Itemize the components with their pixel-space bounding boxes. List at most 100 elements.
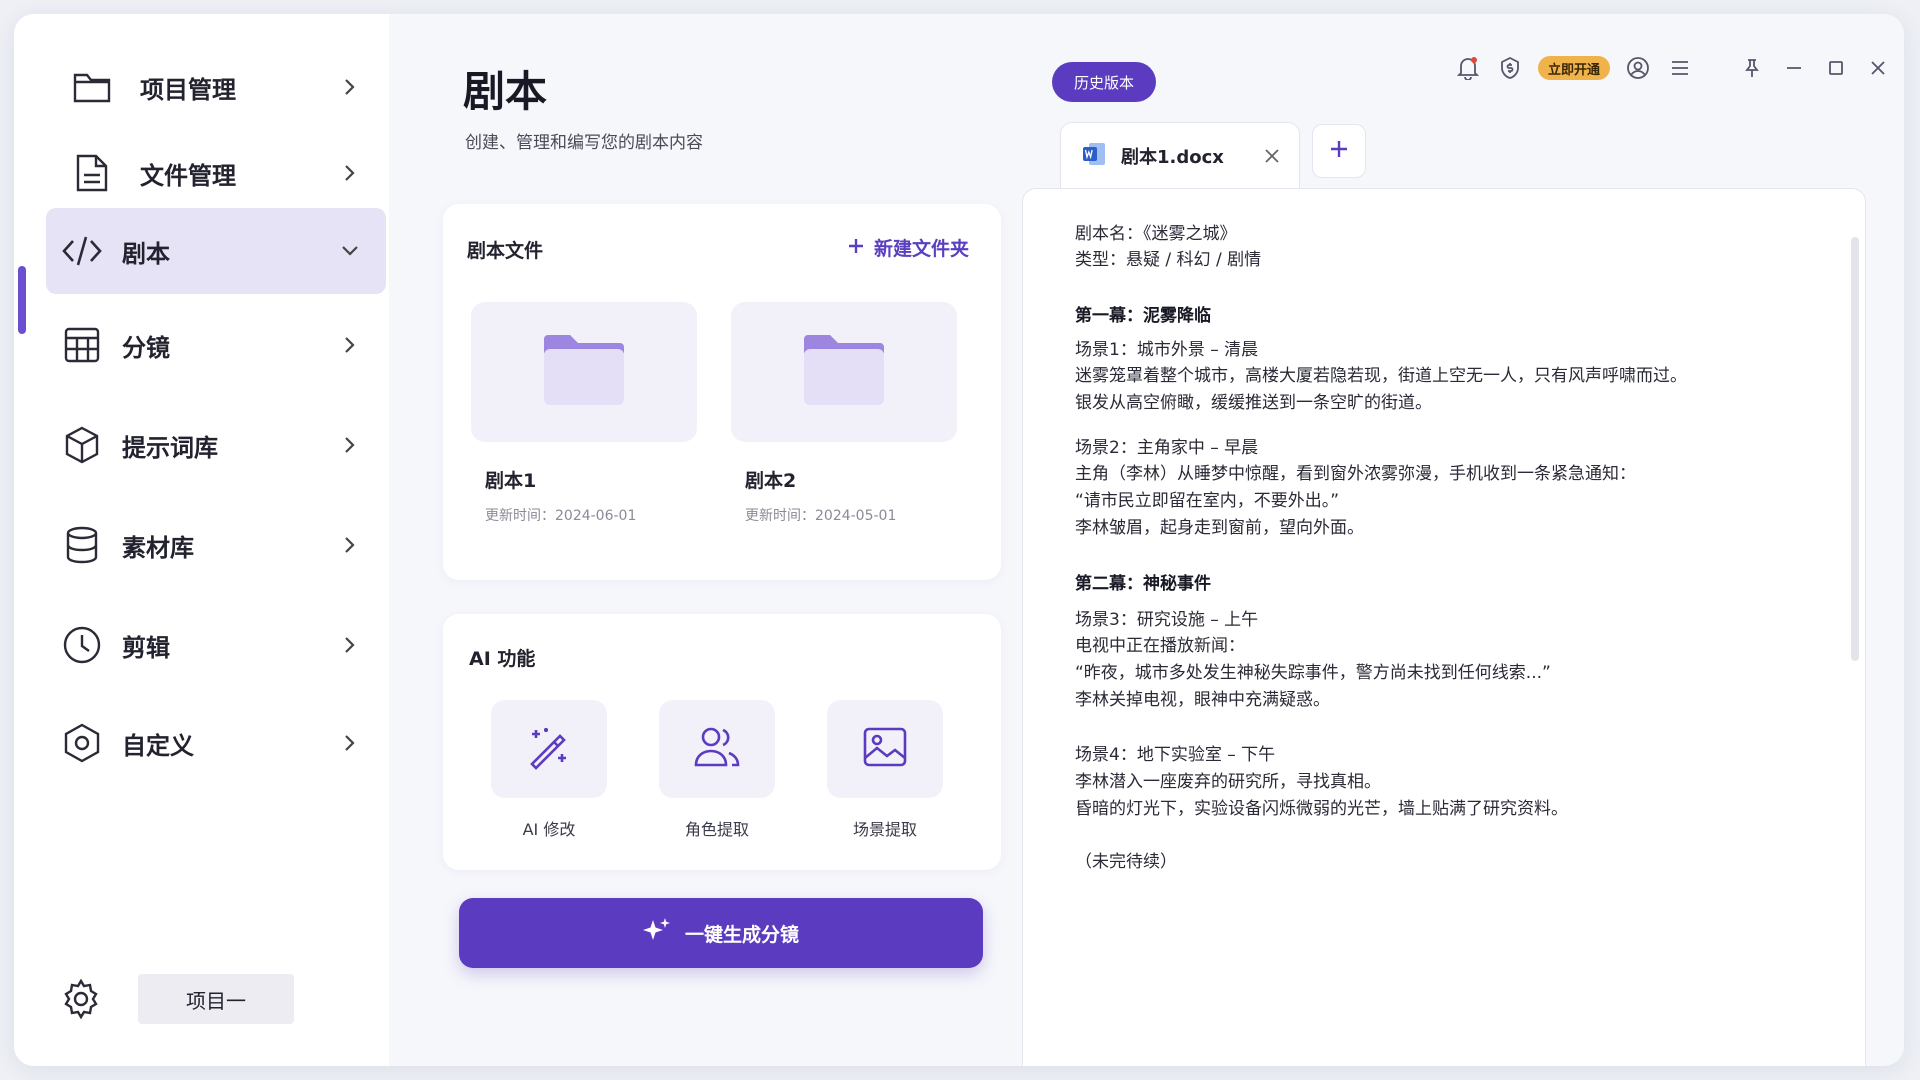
doc-line: 剧本名：《迷雾之城》	[1075, 224, 1237, 244]
add-tab-button[interactable]	[1312, 124, 1366, 178]
page-subtitle: 创建、管理和编写您的剧本内容	[465, 133, 703, 153]
image-icon	[862, 726, 908, 772]
card-title: AI 功能	[469, 648, 536, 670]
sidebar-item-label: 文件管理	[140, 161, 236, 190]
chevron-right-icon	[338, 75, 362, 99]
minimize-icon[interactable]	[1776, 50, 1812, 86]
ai-tool-label: AI 修改	[522, 820, 576, 839]
sidebar-item-file-management[interactable]: 文件管理	[46, 130, 386, 216]
sidebar-item-label: 素材库	[122, 533, 194, 562]
chevron-right-icon	[338, 533, 362, 557]
folder-thumbnail	[471, 302, 697, 442]
generate-storyboard-button[interactable]: 一键生成分镜	[459, 898, 983, 968]
scene-extract-button[interactable]: 场景提取	[827, 700, 943, 840]
clock-icon	[58, 621, 106, 669]
tab-script1-docx[interactable]: 剧本1.docx	[1060, 122, 1300, 188]
card-title: 剧本文件	[467, 240, 544, 262]
magic-wand-icon	[526, 724, 572, 774]
folder-name: 剧本2	[745, 470, 797, 492]
page-title: 剧本	[463, 67, 548, 116]
doc-line: 类型：悬疑 / 科幻 / 剧情	[1075, 250, 1262, 270]
character-extract-button[interactable]: 角色提取	[659, 700, 775, 840]
doc-heading: 第一幕：泥雾降临	[1075, 306, 1211, 326]
plus-icon	[1329, 139, 1349, 163]
ai-features-card: AI 功能 AI 修改 角色提取 场景提取	[443, 614, 1001, 870]
cube-icon	[58, 421, 106, 469]
sidebar-item-storyboard[interactable]: 分镜	[46, 302, 386, 388]
doc-heading: 第二幕：神秘事件	[1075, 574, 1211, 594]
folder-tile[interactable]: 剧本2 更新时间：2024-05-01	[731, 302, 957, 525]
sidebar-item-label: 项目管理	[140, 75, 236, 104]
script-panel: 剧本 创建、管理和编写您的剧本内容 剧本文件 新建文件夹 剧本1 更新时间：20…	[389, 14, 1019, 1066]
folder-icon	[540, 333, 628, 411]
chevron-right-icon	[338, 433, 362, 457]
folder-date: 更新时间：2024-06-01	[485, 508, 637, 524]
plus-icon	[848, 237, 864, 259]
folder-tile[interactable]: 剧本1 更新时间：2024-06-01	[471, 302, 697, 525]
sidebar-item-label: 剪辑	[122, 633, 170, 662]
tab-label: 剧本1.docx	[1121, 146, 1224, 168]
folder-icon	[800, 333, 888, 411]
maximize-icon[interactable]	[1818, 50, 1854, 86]
shield-coin-icon[interactable]	[1496, 54, 1524, 82]
menu-icon[interactable]	[1666, 54, 1694, 82]
close-tab-icon[interactable]	[1265, 148, 1279, 163]
ai-tool-label: 场景提取	[852, 820, 917, 839]
doc-line: “请市民立即留在室内，不要外出。”	[1075, 491, 1340, 511]
folder-icon	[68, 63, 116, 111]
folder-date: 更新时间：2024-05-01	[745, 508, 897, 524]
chevron-right-icon	[338, 633, 362, 657]
gear-icon[interactable]	[60, 978, 102, 1020]
doc-line: 场景4：地下实验室 – 下午	[1075, 745, 1276, 765]
script-files-card: 剧本文件 新建文件夹 剧本1 更新时间：2024-06-01 剧本2 更新时间：…	[443, 204, 1001, 580]
sidebar: 项目管理 文件管理 剧本 分镜 提示词库 素材库 剪辑 自定义 项目一	[14, 14, 389, 1066]
sidebar-item-script[interactable]: 剧本	[46, 208, 386, 294]
doc-line: 迷雾笼罩着整个城市，高楼大厦若隐若现，街道上空无一人，只有风声呼啸而过。	[1075, 366, 1687, 386]
chevron-right-icon	[338, 333, 362, 357]
doc-line: 银发从高空俯瞰，缓缓推送到一条空旷的街道。	[1075, 393, 1432, 413]
document-editor[interactable]: 剧本名：《迷雾之城》 类型：悬疑 / 科幻 / 剧情 第一幕：泥雾降临 场景1：城市外…	[1022, 188, 1866, 1066]
sidebar-item-custom[interactable]: 自定义	[46, 700, 386, 786]
bell-icon[interactable]	[1454, 54, 1482, 82]
ai-tile-thumbnail	[491, 700, 607, 798]
ai-modify-button[interactable]: AI 修改	[491, 700, 607, 840]
doc-line: 电视中正在播放新闻：	[1075, 636, 1245, 656]
sidebar-footer: 项目一	[60, 974, 294, 1024]
new-folder-button[interactable]: 新建文件夹	[848, 234, 969, 261]
doc-line: 场景2：主角家中 – 早晨	[1075, 438, 1259, 458]
editor-scrollbar[interactable]	[1851, 237, 1859, 661]
hexagon-icon	[58, 719, 106, 767]
doc-line: “昨夜，城市多处发生神秘失踪事件，警方尚未找到任何线索...”	[1075, 663, 1551, 683]
sidebar-item-label: 提示词库	[122, 433, 218, 462]
doc-line: 李林关掉电视，眼神中充满疑惑。	[1075, 690, 1330, 710]
user-avatar-icon[interactable]	[1624, 54, 1652, 82]
ai-tool-label: 角色提取	[684, 820, 749, 839]
chevron-down-icon	[338, 239, 362, 263]
word-doc-icon	[1081, 141, 1107, 171]
topbar: 立即开通	[1454, 50, 1708, 86]
doc-line: 昏暗的灯光下，实验设备闪烁微弱的光芒，墙上贴满了研究资料。	[1075, 799, 1568, 819]
active-indicator	[18, 266, 26, 334]
code-icon	[58, 227, 106, 275]
sidebar-item-label: 分镜	[122, 333, 170, 362]
doc-line: 主角（李林）从睡梦中惊醒，看到窗外浓雾弥漫，手机收到一条紧急通知：	[1075, 464, 1636, 484]
chevron-right-icon	[338, 161, 362, 185]
database-icon	[58, 521, 106, 569]
generate-label: 一键生成分镜	[684, 923, 799, 946]
sidebar-item-label: 自定义	[122, 731, 194, 760]
vip-activate-button[interactable]: 立即开通	[1538, 56, 1611, 80]
sidebar-item-editing[interactable]: 剪辑	[46, 602, 386, 688]
pin-icon[interactable]	[1734, 50, 1770, 86]
doc-line: 场景3：研究设施 – 上午	[1075, 610, 1259, 630]
close-window-icon[interactable]	[1860, 50, 1896, 86]
history-version-button[interactable]: 历史版本	[1052, 62, 1156, 102]
sidebar-item-prompt-library[interactable]: 提示词库	[46, 402, 386, 488]
sidebar-item-project-management[interactable]: 项目管理	[46, 44, 386, 130]
doc-line: 李林潜入一座废弃的研究所，寻找真相。	[1075, 772, 1381, 792]
doc-line: 李林皱眉，起身走到窗前，望向外面。	[1075, 518, 1364, 538]
ai-tile-thumbnail	[827, 700, 943, 798]
folder-name: 剧本1	[485, 470, 537, 492]
project-selector[interactable]: 项目一	[138, 974, 294, 1024]
sidebar-item-asset-library[interactable]: 素材库	[46, 502, 386, 588]
app-window: 项目管理 文件管理 剧本 分镜 提示词库 素材库 剪辑 自定义 项目一 剧本 创…	[14, 14, 1904, 1066]
